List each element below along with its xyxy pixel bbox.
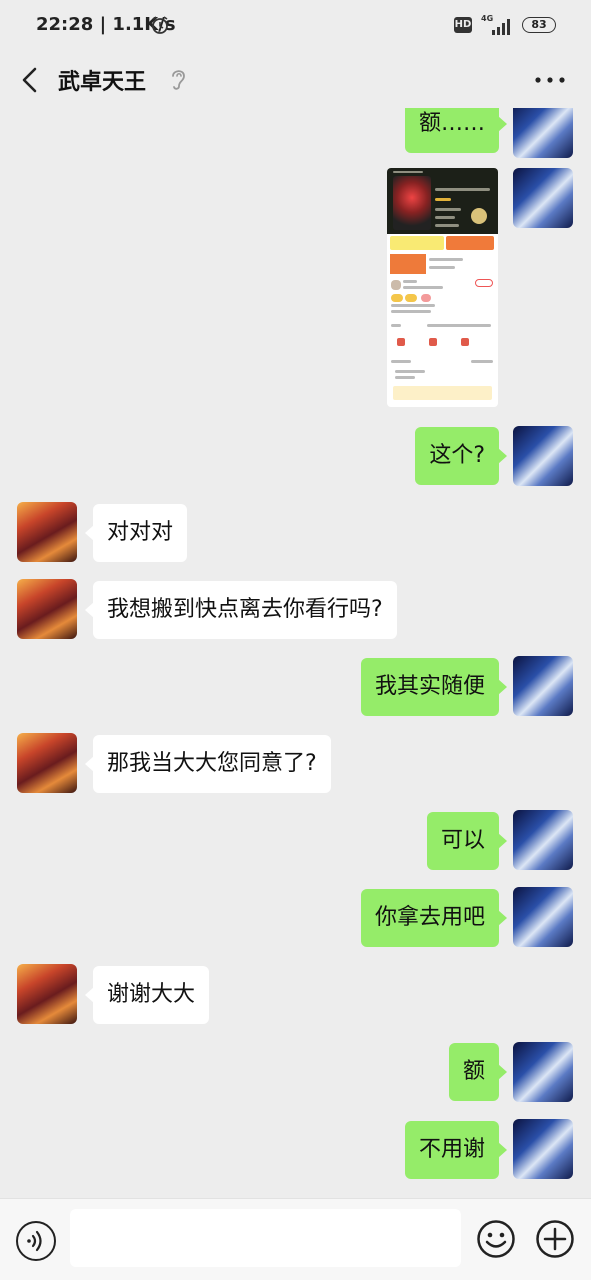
message-text: 可以 xyxy=(440,828,485,853)
message-text: 不用谢 xyxy=(418,1137,485,1162)
chat-area[interactable]: 额…… 这个? 对对对 我想搬到快点离去你看行吗? 我其实随便 那我当大大您同意… xyxy=(0,108,591,1198)
my-avatar[interactable] xyxy=(513,426,573,486)
message-text: 我想搬到快点离去你看行吗? xyxy=(107,597,383,622)
message-input[interactable] xyxy=(70,1209,461,1267)
chevron-left-icon[interactable] xyxy=(16,64,44,96)
divider: | xyxy=(99,14,113,35)
alarm-clock-icon xyxy=(152,16,168,34)
message-bubble[interactable]: 不用谢 xyxy=(404,1121,508,1179)
contact-avatar[interactable] xyxy=(17,733,77,793)
message-text: 那我当大大您同意了? xyxy=(107,751,317,776)
screenshot-header xyxy=(387,168,498,234)
hd-badge: HD xyxy=(454,17,472,33)
message-bubble[interactable]: 对对对 xyxy=(84,504,188,562)
input-bar xyxy=(0,1198,591,1280)
message-text: 额 xyxy=(462,1059,485,1084)
contact-avatar[interactable] xyxy=(17,502,77,562)
shared-screenshot-image[interactable] xyxy=(387,168,498,407)
more-dots-icon[interactable] xyxy=(530,66,570,94)
clock-time: 22:28 xyxy=(36,14,94,35)
signal-icon xyxy=(492,19,510,35)
message-bubble[interactable]: 我其实随便 xyxy=(360,658,508,716)
message-bubble[interactable]: 这个? xyxy=(415,427,507,485)
message-text: 谢谢大大 xyxy=(107,982,196,1007)
my-avatar[interactable] xyxy=(513,1042,573,1102)
message-text: 额…… xyxy=(418,111,485,136)
message-bubble[interactable]: 那我当大大您同意了? xyxy=(85,735,331,793)
emoji-icon[interactable] xyxy=(476,1219,516,1259)
contact-avatar[interactable] xyxy=(17,964,77,1024)
my-avatar[interactable] xyxy=(513,656,573,716)
crown-icon xyxy=(471,208,487,224)
message-bubble[interactable]: 谢谢大大 xyxy=(84,966,210,1024)
ear-icon xyxy=(172,70,185,90)
message-text: 你拿去用吧 xyxy=(374,905,485,930)
message-text: 这个? xyxy=(429,443,485,468)
screenshot-poster xyxy=(393,176,431,230)
chat-header: 武卓天王 xyxy=(0,52,591,108)
message-bubble[interactable]: 额 xyxy=(448,1043,508,1101)
my-avatar[interactable] xyxy=(513,887,573,947)
my-avatar[interactable] xyxy=(513,108,573,158)
my-avatar[interactable] xyxy=(513,168,573,228)
message-bubble[interactable]: 额…… xyxy=(404,108,508,153)
chat-title: 武卓天王 xyxy=(58,70,147,95)
message-text: 我其实随便 xyxy=(374,674,485,699)
contact-avatar[interactable] xyxy=(17,579,77,639)
message-text: 对对对 xyxy=(107,520,174,545)
my-avatar[interactable] xyxy=(513,810,573,870)
plus-icon[interactable] xyxy=(535,1219,575,1259)
status-bar: 22:28 | 1.1K/s HD 4G 83 xyxy=(0,0,591,52)
my-avatar[interactable] xyxy=(513,1119,573,1179)
voice-icon[interactable] xyxy=(16,1221,56,1261)
message-bubble[interactable]: 我想搬到快点离去你看行吗? xyxy=(85,581,397,639)
battery-indicator: 83 xyxy=(522,17,556,33)
message-bubble[interactable]: 你拿去用吧 xyxy=(360,889,508,947)
message-bubble[interactable]: 可以 xyxy=(426,812,508,870)
